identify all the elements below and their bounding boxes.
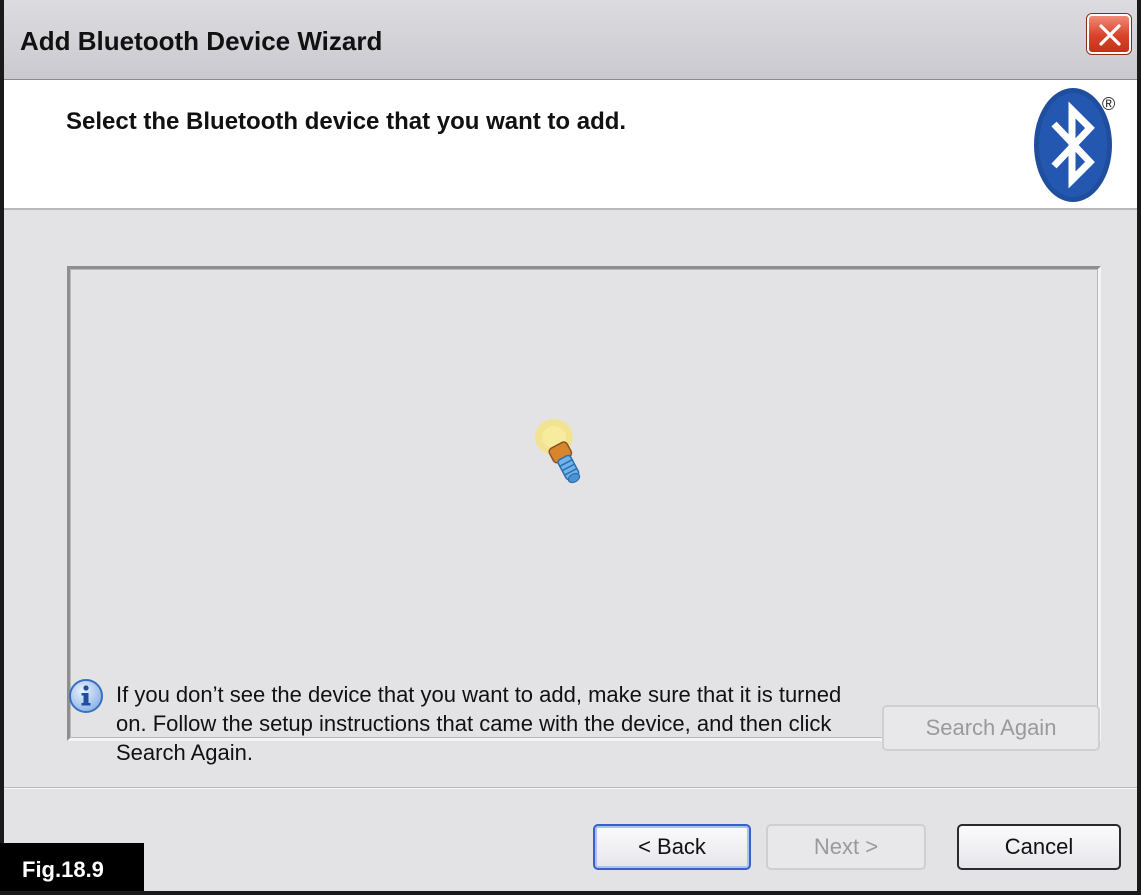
- device-list[interactable]: [67, 266, 1101, 741]
- cancel-button[interactable]: Cancel: [957, 824, 1121, 870]
- back-button[interactable]: < Back: [593, 824, 751, 870]
- window-bottom-border: [0, 891, 1141, 895]
- page-heading: Select the Bluetooth device that you wan…: [66, 108, 627, 135]
- search-again-button[interactable]: Search Again: [882, 705, 1100, 751]
- window-title: Add Bluetooth Device Wizard: [20, 26, 383, 56]
- close-button[interactable]: [1087, 14, 1131, 54]
- wizard-window: Add Bluetooth Device Wizard Select the B…: [0, 0, 1141, 895]
- info-icon: [69, 679, 103, 713]
- footer-divider: [4, 787, 1137, 789]
- registered-mark: ®: [1102, 94, 1116, 114]
- close-icon: [1099, 24, 1121, 46]
- searching-flashlight-icon: [535, 419, 581, 484]
- info-message: If you don’t see the device that you wan…: [116, 682, 842, 765]
- wizard-header: Select the Bluetooth device that you wan…: [4, 80, 1137, 210]
- figure-label: Fig.18.9: [0, 843, 144, 895]
- next-button[interactable]: Next >: [766, 824, 926, 870]
- title-bar[interactable]: Add Bluetooth Device Wizard: [4, 0, 1137, 80]
